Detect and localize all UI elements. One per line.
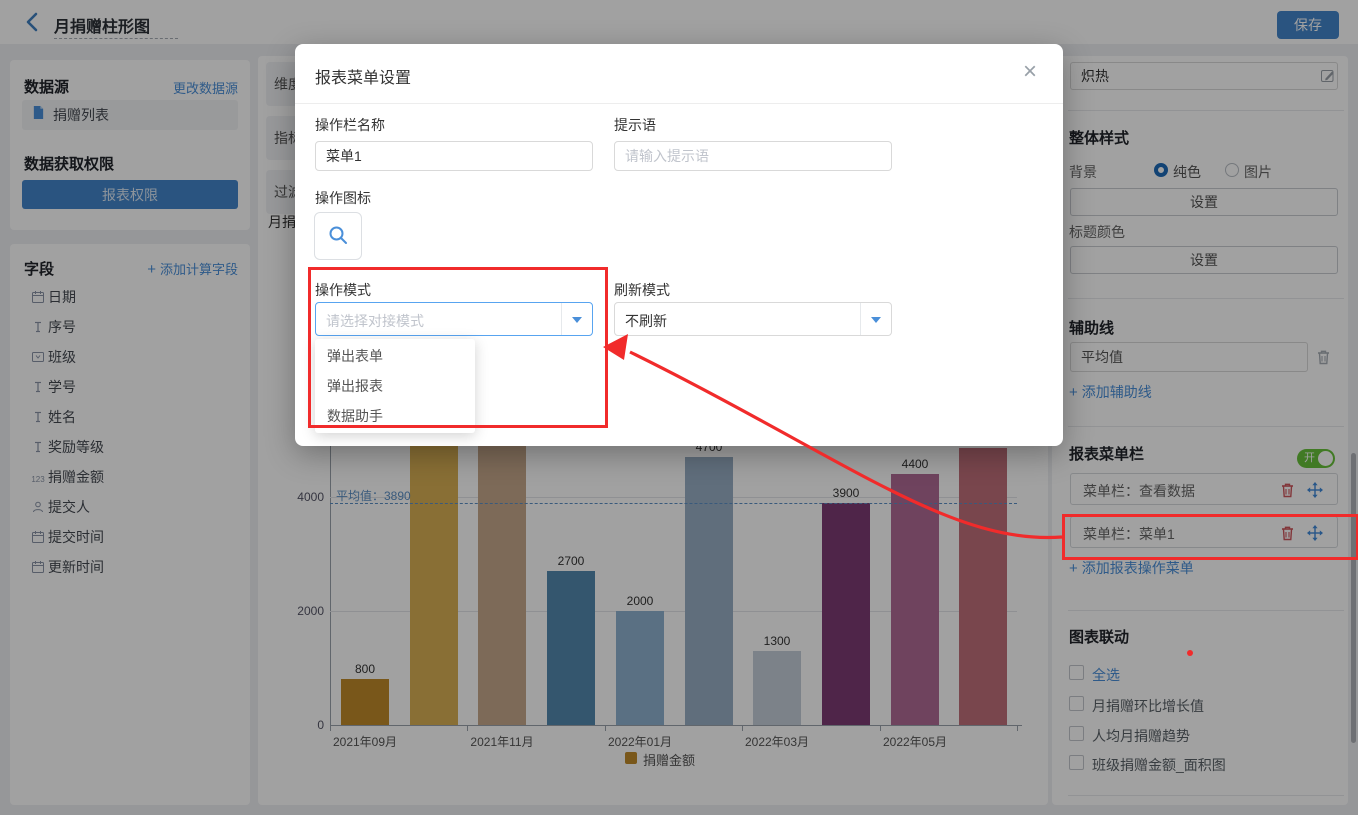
action-icon-picker[interactable] [314, 212, 362, 260]
refresh-mode-select[interactable]: 不刷新 [614, 302, 892, 336]
tip-label: 提示语 [614, 115, 656, 135]
annotation-rect-action-mode [308, 267, 608, 428]
search-icon [327, 224, 349, 249]
close-icon[interactable]: × [1023, 58, 1037, 86]
action-name-input[interactable] [315, 141, 593, 171]
action-name-label: 操作栏名称 [315, 115, 385, 135]
action-icon-label: 操作图标 [315, 188, 371, 208]
modal-title: 报表菜单设置 [315, 64, 411, 88]
tip-input[interactable] [614, 141, 892, 171]
refresh-mode-value: 不刷新 [625, 311, 667, 331]
annotation-rect-menu-item [1062, 514, 1358, 560]
select-caret-box [860, 303, 891, 335]
chevron-down-icon [871, 317, 881, 323]
divider [295, 103, 1063, 104]
report-designer-app: 月捐赠柱形图 保存 数据源 更改数据源 捐赠列表 数据获取权限 报表权限 字段 … [0, 0, 1358, 815]
refresh-mode-label: 刷新模式 [614, 280, 670, 300]
